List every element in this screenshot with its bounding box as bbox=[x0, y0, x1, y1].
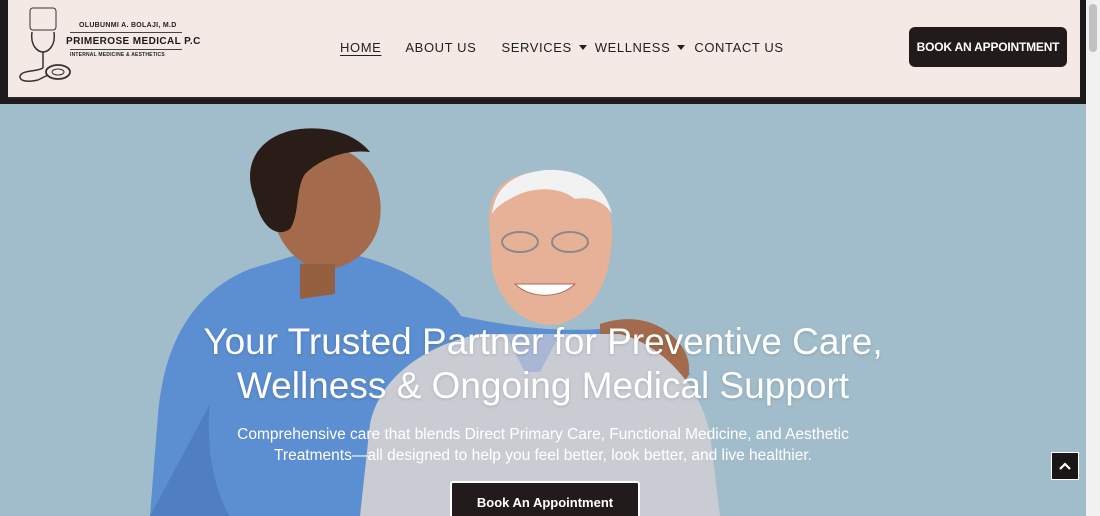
logo-doctor-name: OLUBUNMI A. BOLAJI, M.D bbox=[79, 22, 177, 29]
scrollbar-thumb[interactable] bbox=[1089, 4, 1097, 52]
nav-home[interactable]: HOME bbox=[340, 40, 381, 55]
logo-practice-name: PRIMEROSE MEDICAL P.C bbox=[66, 36, 201, 47]
nav-services-label: SERVICES bbox=[501, 39, 572, 55]
chevron-up-icon bbox=[1059, 462, 1071, 470]
page-scrollbar[interactable] bbox=[1086, 0, 1100, 516]
caret-down-icon bbox=[578, 44, 587, 50]
logo-tagline: INTERNAL MEDICINE & AESTHETICS bbox=[70, 52, 165, 58]
nav-contact-us[interactable]: CONTACT US bbox=[694, 40, 783, 55]
hero-subtitle: Comprehensive care that blends Direct Pr… bbox=[0, 424, 1086, 466]
hero-title-line2: Wellness & Ongoing Medical Support bbox=[236, 365, 850, 406]
caret-down-icon bbox=[677, 44, 686, 50]
nav-services[interactable]: SERVICES bbox=[501, 39, 587, 55]
site-logo[interactable]: OLUBUNMI A. BOLAJI, M.D PRIMEROSE MEDICA… bbox=[16, 6, 200, 86]
logo-divider bbox=[70, 32, 182, 33]
nav-about-us[interactable]: ABOUT US bbox=[405, 40, 476, 55]
logo-divider bbox=[70, 49, 182, 50]
nav-wellness-label: WELLNESS bbox=[594, 39, 671, 55]
book-appointment-button[interactable]: BOOK AN APPOINTMENT bbox=[909, 27, 1067, 67]
hero-book-appointment-button[interactable]: Book An Appointment bbox=[450, 481, 640, 516]
hero-section: Your Trusted Partner for Preventive Care… bbox=[0, 104, 1086, 516]
hero-subtitle-line1: Comprehensive care that blends Direct Pr… bbox=[237, 426, 849, 443]
main-nav: HOME ABOUT US SERVICES WELLNESS CONTACT … bbox=[340, 38, 784, 56]
hero-title-line1: Your Trusted Partner for Preventive Care… bbox=[203, 321, 883, 362]
site-header: OLUBUNMI A. BOLAJI, M.D PRIMEROSE MEDICA… bbox=[8, 0, 1080, 99]
hero-subtitle-line2: Treatments—all designed to help you feel… bbox=[274, 447, 812, 464]
hero-title: Your Trusted Partner for Preventive Care… bbox=[0, 320, 1086, 408]
nav-wellness[interactable]: WELLNESS bbox=[595, 40, 686, 55]
back-to-top-button[interactable] bbox=[1051, 452, 1079, 480]
